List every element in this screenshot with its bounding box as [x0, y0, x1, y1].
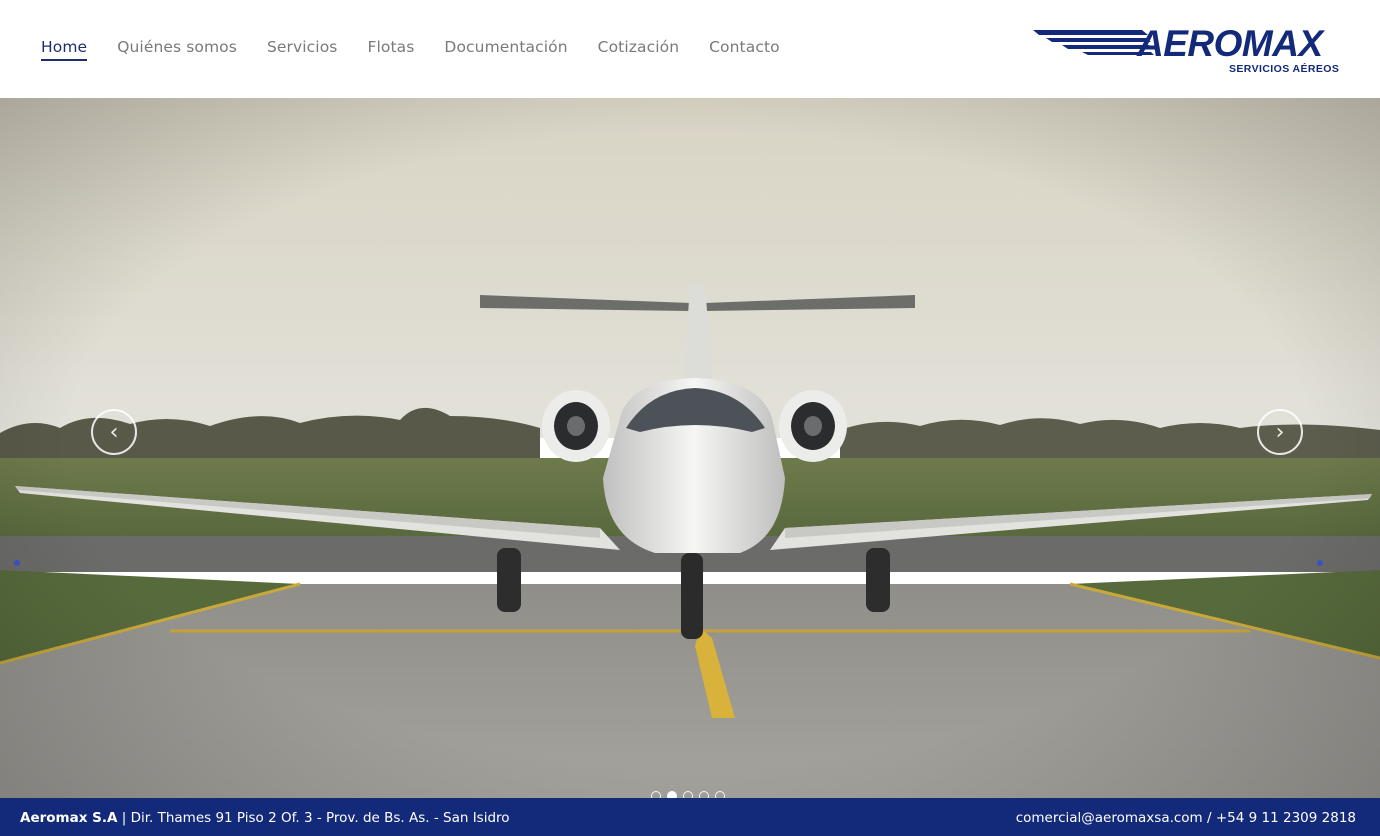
slide-dot-2[interactable] — [667, 791, 677, 798]
footer-address-block: Aeromax S.A | Dir. Thames 91 Piso 2 Of. … — [20, 810, 510, 826]
logo-wordmark: AEROMAX — [1137, 23, 1323, 64]
nav-flotas[interactable]: Flotas — [367, 38, 414, 59]
nav-servicios[interactable]: Servicios — [267, 38, 338, 59]
logo-tagline: SERVICIOS AÉREOS — [1229, 63, 1340, 75]
footer-contact-separator: / — [1202, 810, 1216, 826]
chevron-left-icon: ‹ — [109, 419, 119, 445]
nav-cotizacion[interactable]: Cotización — [598, 38, 679, 59]
nav-quienes-somos[interactable]: Quiénes somos — [117, 38, 237, 59]
site-header: Home Quiénes somos Servicios Flotas Docu… — [0, 0, 1380, 98]
slide-image-jet — [0, 98, 1380, 798]
nav-home[interactable]: Home — [41, 38, 88, 61]
footer-phone-link[interactable]: +54 9 11 2309 2818 — [1216, 810, 1356, 826]
footer-separator: | — [117, 810, 131, 826]
footer-address: Dir. Thames 91 Piso 2 Of. 3 - Prov. de B… — [130, 810, 510, 826]
slider-prev-button[interactable]: ‹ — [91, 409, 137, 455]
slide-dot-5[interactable] — [715, 791, 725, 798]
footer-company-name: Aeromax S.A — [20, 810, 118, 826]
hero-slider: ‹ › — [0, 98, 1380, 798]
nav-documentacion[interactable]: Documentación — [444, 38, 567, 59]
aeromax-logo[interactable]: AEROMAX SERVICIOS AÉREOS — [1030, 23, 1348, 80]
chevron-right-icon: › — [1275, 419, 1285, 445]
slider-next-button[interactable]: › — [1257, 409, 1303, 455]
nav-contacto[interactable]: Contacto — [709, 38, 780, 59]
slider-pagination — [651, 791, 731, 798]
footer-contact-block: comercial@aeromaxsa.com / +54 9 11 2309 … — [1016, 810, 1356, 826]
slide-dot-4[interactable] — [699, 791, 709, 798]
site-footer: Aeromax S.A | Dir. Thames 91 Piso 2 Of. … — [0, 798, 1380, 836]
slide-dot-1[interactable] — [651, 791, 661, 798]
slide-dot-3[interactable] — [683, 791, 693, 798]
footer-email-link[interactable]: comercial@aeromaxsa.com — [1016, 810, 1203, 826]
main-nav: Home Quiénes somos Servicios Flotas Docu… — [41, 38, 810, 61]
